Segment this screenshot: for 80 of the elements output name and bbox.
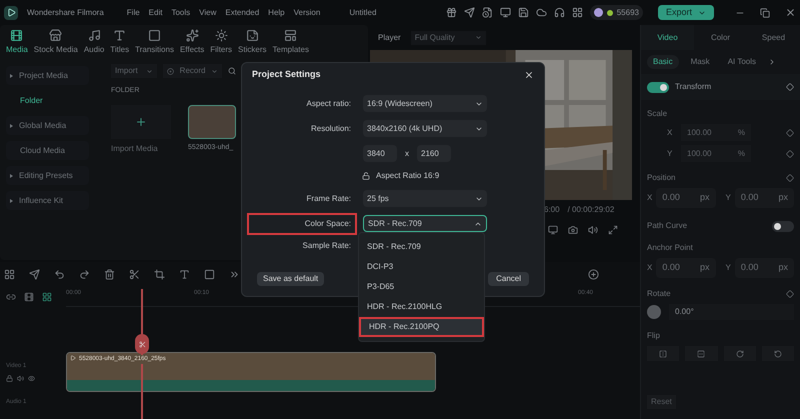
size-separator: x [405, 148, 409, 160]
inspector-subtab[interactable]: AI Tools [722, 55, 762, 69]
media-tab[interactable]: Stickers [238, 29, 266, 56]
media-tab[interactable]: Templates [272, 29, 309, 56]
field-label: Resolution: [310, 122, 352, 134]
width-field[interactable]: 3840 [363, 145, 397, 162]
menu-item[interactable]: File [126, 6, 140, 18]
media-tab[interactable]: Filters [210, 29, 232, 56]
inspector-subtab[interactable]: Basic [647, 55, 679, 69]
save-default-button[interactable]: Save as default [257, 272, 324, 286]
axis-label: Y [667, 148, 674, 160]
media-tab[interactable]: Media [6, 29, 28, 56]
reset-button[interactable]: Reset [647, 395, 676, 409]
inspector-tab[interactable]: Speed [747, 25, 800, 50]
section-title: Transform [675, 81, 712, 93]
sidebar-item[interactable]: Cloud Media [6, 141, 89, 160]
field-label: Scale [647, 108, 668, 120]
axis-label: X [647, 192, 652, 204]
height-field[interactable]: 2160 [417, 145, 451, 162]
sidebar-item[interactable]: Global Media [6, 116, 89, 135]
total-time: / 00:00:29:02 [568, 204, 614, 216]
menu-item[interactable]: Help [268, 6, 285, 18]
import-button[interactable]: Import [111, 64, 157, 78]
media-tab[interactable]: Audio [84, 29, 104, 56]
record-button[interactable]: Record [162, 64, 222, 78]
dropdown-option[interactable]: HDR - Rec.2100PQ [359, 317, 484, 337]
credits-badge[interactable]: 55693 [590, 5, 643, 20]
select-field[interactable]: 3840x2160 (4k UHD) [363, 120, 487, 137]
export-button[interactable]: Export [658, 5, 714, 20]
field-label: Position [647, 172, 676, 184]
field-label: Flip [647, 330, 661, 342]
inspector-subtab[interactable]: Mask [684, 55, 716, 69]
number-field[interactable]: 100.00 % [681, 145, 751, 162]
number-field[interactable]: 100.00 % [681, 124, 751, 141]
number-field[interactable]: 0.00 px [656, 188, 716, 208]
dialog-title: Project Settings [252, 68, 321, 82]
dropdown-option[interactable]: SDR - Rec.709 [359, 237, 484, 257]
media-tab[interactable]: Titles [110, 29, 130, 56]
select-field[interactable]: SDR - Rec.709 [363, 215, 487, 232]
media-tab[interactable]: Stock Media [34, 29, 78, 56]
axis-label: Y [726, 262, 731, 274]
field-label: Sample Rate: [302, 240, 352, 252]
select-field[interactable]: 25 fps [363, 190, 487, 207]
app-title: Wondershare Filmora [27, 6, 104, 18]
aspect-ratio-label: Aspect Ratio 16:9 [376, 170, 440, 182]
rotate-field[interactable]: 0.00° [669, 304, 794, 320]
dropdown-option[interactable]: P3-D65 [359, 277, 484, 297]
project-title: Untitled [349, 6, 376, 18]
inspector-tab[interactable]: Video [641, 25, 694, 50]
menu-item[interactable]: Extended [225, 6, 260, 18]
field-label: Anchor Point [647, 242, 694, 254]
field-label: Frame Rate: [306, 192, 352, 204]
field-label: Aspect ratio: [306, 98, 352, 110]
axis-label: X [647, 262, 652, 274]
inspector-tab[interactable]: Color [694, 25, 747, 50]
menu-item[interactable]: View [199, 6, 216, 18]
number-field[interactable]: 0.00 px [656, 258, 716, 278]
menu-item[interactable]: Tools [171, 6, 190, 18]
menu-item[interactable]: Version [294, 6, 320, 18]
import-media-label: Import Media [111, 142, 158, 154]
field-label: Rotate [647, 288, 671, 300]
dropdown-option[interactable]: DCI-P3 [359, 257, 484, 277]
field-label: Path Curve [647, 220, 688, 232]
select-field[interactable]: 16:9 (Widescreen) [363, 95, 487, 112]
cancel-button[interactable]: Cancel [488, 272, 529, 286]
sidebar-item[interactable]: Folder [6, 91, 89, 110]
field-label: Color Space: [247, 212, 357, 234]
sidebar-item[interactable]: Project Media [6, 66, 89, 85]
number-field[interactable]: 0.00 px [734, 258, 794, 278]
menu-item[interactable]: Edit [148, 6, 162, 18]
axis-label: X [667, 126, 674, 138]
media-tab[interactable]: Effects [180, 29, 204, 56]
player-label: Player [378, 32, 401, 44]
number-field[interactable]: 0.00 px [734, 188, 794, 208]
media-tab[interactable]: Transitions [135, 29, 174, 56]
dropdown-option[interactable]: HDR - Rec.2100HLG [359, 297, 484, 317]
quality-select[interactable]: Full Quality [410, 30, 486, 44]
axis-label: Y [726, 192, 731, 204]
sidebar-item[interactable]: Influence Kit [6, 191, 89, 210]
sidebar-item[interactable]: Editing Presets [6, 166, 89, 185]
